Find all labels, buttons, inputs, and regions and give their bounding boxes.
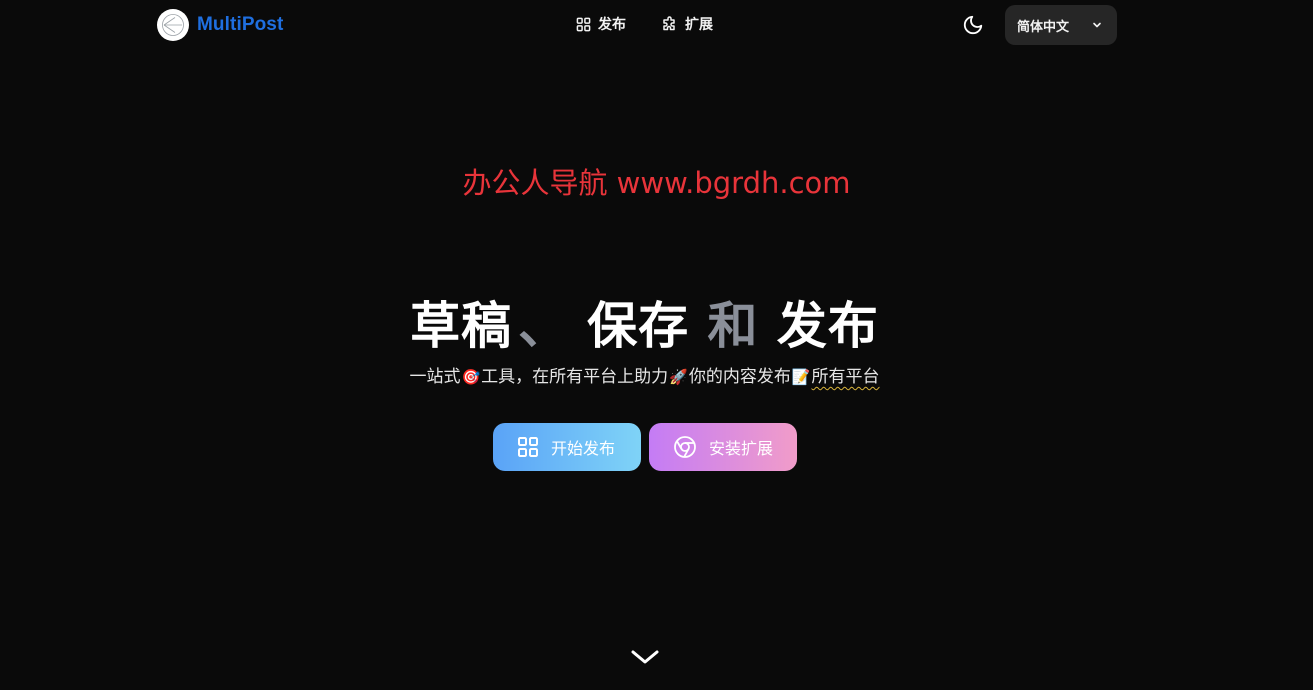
main-nav: 发布 扩展 xyxy=(576,14,713,34)
hero-title-save: 保存 xyxy=(587,297,690,355)
start-publish-button[interactable]: 开始发布 xyxy=(493,423,641,471)
memo-emoji-icon: 📝 xyxy=(791,368,811,386)
nav-extension[interactable]: 扩展 xyxy=(662,14,713,34)
subtitle-seg3: 你的内容发布 xyxy=(688,367,791,387)
nav-publish-label: 发布 xyxy=(598,17,626,33)
chrome-icon xyxy=(674,436,696,458)
grid-icon xyxy=(518,437,538,457)
theme-toggle-button[interactable] xyxy=(961,13,985,37)
moon-icon xyxy=(963,15,983,35)
brand-name: MultiPost xyxy=(197,14,284,35)
start-publish-label: 开始发布 xyxy=(551,439,616,458)
brand-link[interactable]: MultiPost xyxy=(157,9,283,41)
install-extension-label: 安装扩展 xyxy=(709,439,774,458)
nav-extension-label: 扩展 xyxy=(685,17,713,33)
hero-title-publish: 发布 xyxy=(776,297,879,355)
top-header: MultiPost 发布 扩展 简体中文 xyxy=(0,0,1313,50)
landing-page: MultiPost 发布 扩展 简体中文 办公人导航 www.bgrdh.com… xyxy=(0,0,1313,690)
hero-title-drafts: 草稿 xyxy=(410,297,513,355)
hero-title-and: 和 xyxy=(707,297,759,355)
subtitle-seg2: 工具，在所有平台上助力 xyxy=(481,367,669,387)
subtitle-seg4: 所有平台 xyxy=(811,367,880,387)
multipost-logo-icon xyxy=(157,9,189,41)
scroll-down-button[interactable] xyxy=(628,645,662,669)
target-emoji-icon: 🎯 xyxy=(461,368,481,386)
hero-title: 草稿、保存 和 发布 xyxy=(0,286,1289,358)
chevron-down-icon xyxy=(1093,22,1101,28)
rocket-emoji-icon: 🚀 xyxy=(669,368,688,386)
install-extension-button[interactable]: 安装扩展 xyxy=(649,423,797,471)
hero-subtitle: 一站式🎯工具，在所有平台上助力🚀你的内容发布📝所有平台 xyxy=(0,362,1289,387)
grid-icon xyxy=(576,17,591,31)
subtitle-seg1: 一站式 xyxy=(409,367,461,387)
nav-publish[interactable]: 发布 xyxy=(576,14,626,34)
language-select[interactable]: 简体中文 xyxy=(1005,5,1117,45)
language-selected: 简体中文 xyxy=(1017,19,1070,35)
chevron-down-icon xyxy=(631,650,659,664)
cta-row: 开始发布 安装扩展 xyxy=(493,423,797,471)
puzzle-icon xyxy=(663,16,675,31)
watermark-text: 办公人导航 www.bgrdh.com xyxy=(462,166,851,200)
hero-title-separator: 、 xyxy=(518,297,570,355)
